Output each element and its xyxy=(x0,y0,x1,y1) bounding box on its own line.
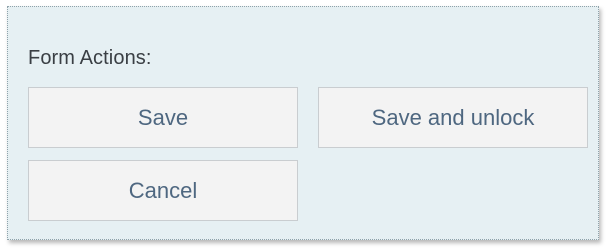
form-actions-title: Form Actions: xyxy=(28,47,152,69)
save-button-label: Save xyxy=(137,104,189,130)
save-and-unlock-button[interactable]: Save and unlock xyxy=(318,87,588,148)
save-button[interactable]: Save xyxy=(28,87,298,148)
cancel-button-label: Cancel xyxy=(128,177,198,203)
cancel-button[interactable]: Cancel xyxy=(28,160,298,221)
save-and-unlock-button-label: Save and unlock xyxy=(371,104,535,130)
form-actions-panel: Form Actions: Save Save and unlock Cance… xyxy=(7,6,599,240)
